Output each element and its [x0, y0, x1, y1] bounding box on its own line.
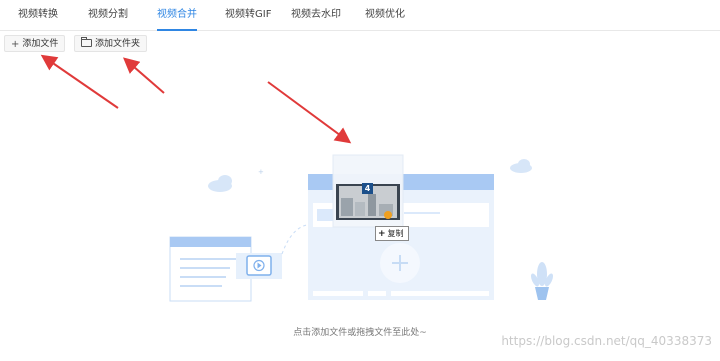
watermark: https://blog.csdn.net/qq_40338373: [501, 334, 712, 348]
cloud-icon-right: [510, 159, 532, 173]
dashed-connector: [281, 223, 313, 255]
drag-copy-indicator-icon: [384, 211, 392, 219]
copy-label: 复制: [387, 229, 404, 238]
plant-icon: [530, 262, 554, 300]
arrow-to-add-file: [40, 54, 119, 109]
copy-plus-icon: +: [378, 229, 386, 239]
drag-count-badge: 4: [362, 183, 373, 194]
copy-tooltip: + 复制: [375, 226, 409, 241]
video-play-icon: [236, 253, 282, 279]
cloud-icon: [208, 175, 232, 192]
arrow-to-drop-area: [267, 81, 352, 144]
drop-area-illustration[interactable]: +: [0, 0, 720, 361]
arrow-to-add-folder: [122, 57, 165, 94]
sparkle-icon: +: [258, 168, 264, 176]
annotation-arrows: [40, 54, 352, 144]
